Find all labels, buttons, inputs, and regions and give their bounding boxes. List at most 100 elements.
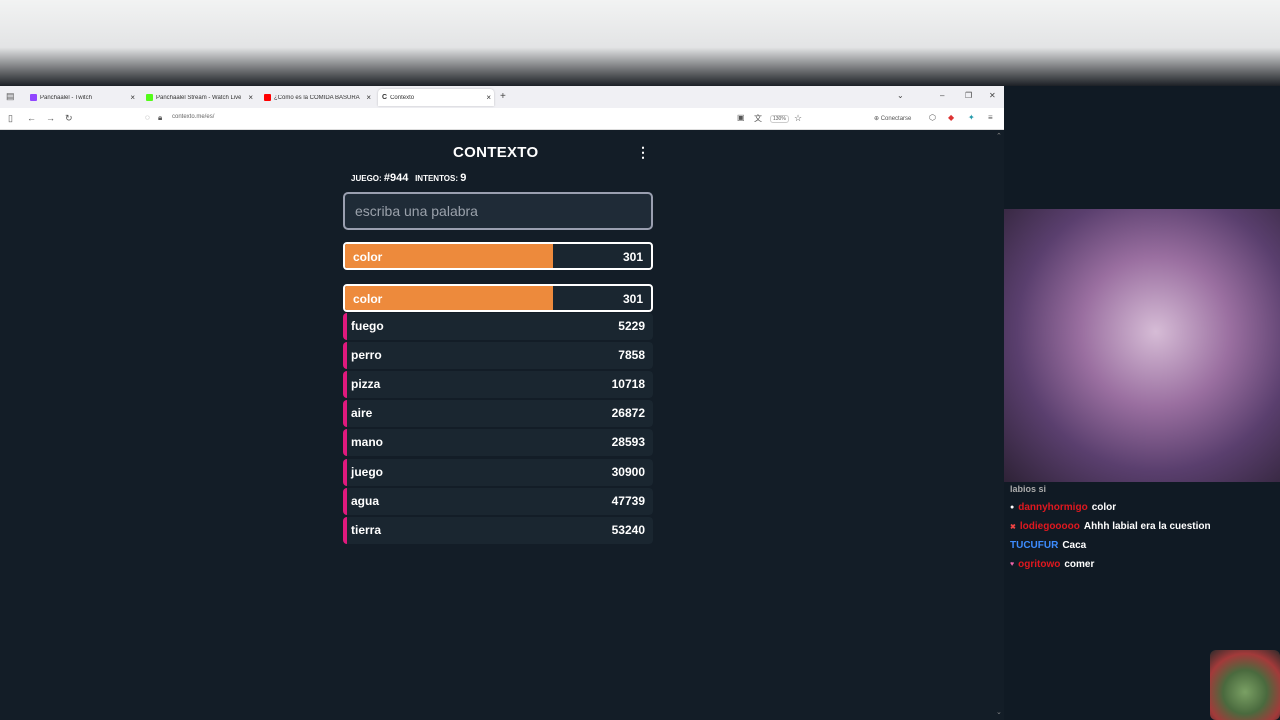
chat-text: comer [1064, 559, 1095, 570]
minimize-icon[interactable]: – [940, 91, 944, 100]
guess-rank: 7858 [618, 348, 645, 363]
chat-message: TUCUFUR Caca [1010, 536, 1276, 555]
guess-word: color [353, 250, 383, 264]
menu-icon[interactable]: ≡ [988, 113, 993, 122]
guess-rank: 301 [622, 250, 643, 264]
new-tab-icon[interactable]: + [500, 91, 506, 102]
chat-partial-line: labios si [1010, 484, 1047, 494]
guess-row: mano 28593 [343, 429, 653, 457]
url-bar[interactable]: contexto.me/es/ [172, 114, 214, 120]
tab-youtube[interactable]: ¿Cómo es la COMIDA BASURA × [260, 89, 374, 106]
chat-text: color [1091, 502, 1117, 513]
last-guess-row: color 301 [343, 242, 653, 270]
scroll-down-icon[interactable]: ⌄ [996, 708, 1002, 716]
contexto-favicon-icon: C [382, 94, 388, 101]
zombie-mascot-image [1210, 650, 1280, 720]
game-info: JUEGO: #944 INTENTOS: 9 [351, 172, 466, 184]
back-icon[interactable]: ← [27, 113, 36, 123]
chat-text: Caca [1062, 540, 1087, 551]
guess-word: juego [351, 464, 383, 479]
stream-chat: labios si ● dannyhormigo color ✖ lodiegoooo… [1010, 484, 1276, 574]
stream-overlay-top [0, 0, 1280, 86]
badge-icon: ● [1010, 504, 1015, 511]
sidebar-icon[interactable]: ▯ [8, 113, 13, 124]
guess-rank: 26872 [611, 406, 645, 421]
lock-icon[interactable]: 🔒︎ [158, 113, 162, 123]
guess-rank: 47739 [611, 493, 645, 508]
kebab-menu-icon[interactable]: ⋮ [636, 144, 650, 161]
guess-row: agua 47739 [343, 487, 653, 515]
reload-icon[interactable]: ↻ [65, 113, 73, 124]
close-tab-icon[interactable]: × [248, 93, 253, 102]
guess-row: pizza 10718 [343, 371, 653, 399]
tab-overflow-chevron-icon[interactable]: ⌄ [897, 91, 904, 100]
chat-username: ogritowo [1018, 559, 1061, 570]
connect-label: Conectarse [880, 116, 912, 122]
guess-word: tierra [351, 522, 382, 537]
guess-rank: 10718 [611, 377, 645, 392]
youtube-favicon-icon [264, 94, 271, 101]
tab-label: Contexto [390, 94, 415, 101]
guess-rank: 30900 [611, 464, 645, 479]
tab-twitch[interactable]: Panchaalel - Twitch × [26, 89, 138, 106]
navigation-bar: ▯ ← → ↻ ◌ 🔒︎ contexto.me/es/ ▣ 文 130% ☆ … [0, 108, 1004, 130]
guess-word: aire [351, 406, 373, 421]
guess-row: fuego 5229 [343, 313, 653, 340]
chat-message: ● dannyhormigo color [1010, 498, 1276, 517]
proximity-bar [343, 313, 347, 340]
chat-username: TUCUFUR [1010, 540, 1059, 551]
game-label: JUEGO: [351, 174, 382, 183]
tab-bar: ▤ Panchaalel - Twitch × Panchaalel Strea… [0, 86, 1004, 108]
proximity-bar [343, 458, 347, 486]
close-tab-icon[interactable]: × [366, 93, 371, 102]
browser-window: ▤ Panchaalel - Twitch × Panchaalel Strea… [0, 86, 1004, 720]
heart-badge-icon: ♥ [1010, 561, 1015, 568]
close-tab-icon[interactable]: × [130, 93, 135, 102]
page-title: CONTEXTO [453, 144, 539, 161]
chat-username: lodiegooooo [1019, 521, 1080, 532]
bookmark-star-icon[interactable]: ☆ [794, 113, 802, 124]
close-window-icon[interactable]: ✕ [989, 91, 996, 100]
proximity-bar [343, 342, 347, 370]
proximity-bar [343, 516, 347, 544]
forward-icon[interactable]: → [46, 113, 55, 123]
contexto-page: CONTEXTO ⋮ JUEGO: #944 INTENTOS: 9 color… [0, 130, 1004, 720]
extensions-icon[interactable]: ⬡ [929, 113, 936, 122]
attempts-label: INTENTOS: [415, 174, 459, 183]
guess-word: pizza [351, 377, 381, 392]
webcam-feed [1004, 209, 1280, 482]
guess-rank: 53240 [611, 522, 645, 537]
close-tab-icon[interactable]: × [486, 93, 491, 102]
guess-row: tierra 53240 [343, 516, 653, 544]
tab-contexto[interactable]: C Contexto × [378, 89, 494, 106]
tab-label: Panchaalel Stream - Watch Live [156, 94, 242, 101]
proximity-bar [343, 400, 347, 428]
guess-rank: 28593 [611, 435, 645, 450]
account-button[interactable]: ⊕ Conectarse [874, 115, 911, 122]
guess-word: agua [351, 493, 380, 508]
guess-word: mano [351, 435, 384, 450]
translate-addon-icon[interactable]: ✦ [968, 113, 975, 122]
badge-icon: ✖ [1010, 523, 1016, 531]
tab-kick[interactable]: Panchaalel Stream - Watch Live × [142, 89, 256, 106]
zoom-level[interactable]: 130% [770, 115, 789, 123]
addon-icon[interactable]: ◆ [948, 113, 954, 122]
reader-icon[interactable]: ▣ [737, 113, 745, 122]
tab-list-icon[interactable]: ▤ [6, 91, 15, 102]
proximity-bar [343, 429, 347, 457]
guess-word: color [353, 292, 383, 306]
translate-icon[interactable]: 文 [754, 113, 762, 124]
scroll-up-icon[interactable]: ⌃ [996, 132, 1002, 140]
chat-message: ✖ lodiegooooo Ahhh labial era la cuestion [1010, 517, 1276, 536]
proximity-bar [343, 371, 347, 399]
chat-message: ♥ ogritowo comer [1010, 555, 1276, 574]
tab-label: Panchaalel - Twitch [40, 94, 92, 101]
twitch-favicon-icon [30, 94, 37, 101]
shield-icon[interactable]: ◌ [145, 113, 150, 122]
kick-favicon-icon [146, 94, 153, 101]
restore-icon[interactable]: ❐ [965, 91, 972, 100]
chat-username: dannyhormigo [1018, 502, 1088, 513]
guess-word: perro [351, 348, 382, 363]
chat-text: Ahhh labial era la cuestion [1083, 521, 1211, 532]
guess-input[interactable] [343, 192, 653, 230]
